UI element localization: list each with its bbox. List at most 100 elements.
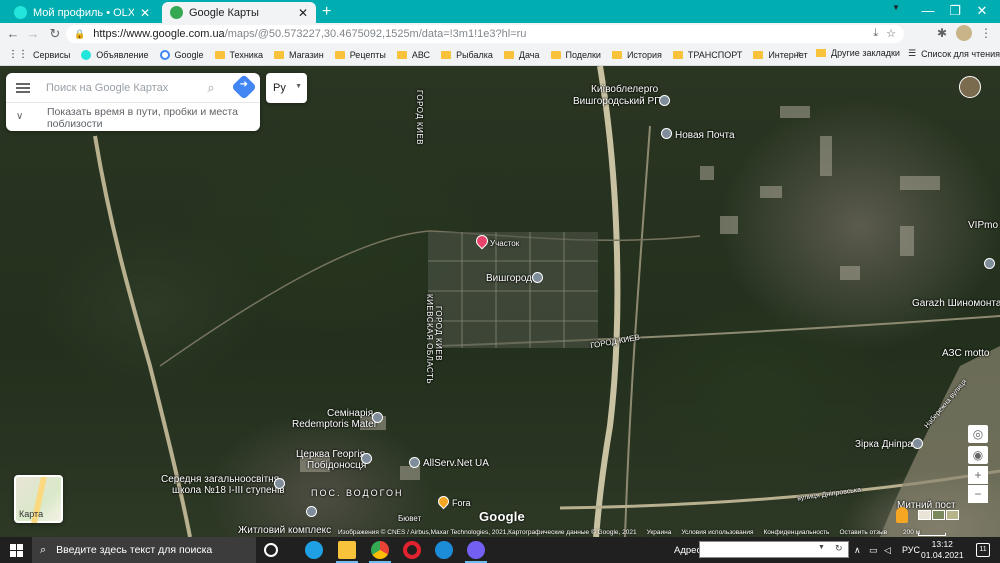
hamburger-menu-icon[interactable] xyxy=(16,83,30,93)
label-garazh[interactable]: Garazh Шиномонтаж xyxy=(912,298,1000,309)
caret-down-icon: ▼ xyxy=(295,83,302,90)
city-hall-icon[interactable] xyxy=(532,272,543,283)
poi-pin-icon[interactable] xyxy=(306,506,317,517)
label-residential[interactable]: Житловий комплекс xyxy=(238,525,331,536)
maps-search-input[interactable] xyxy=(46,79,196,97)
close-icon[interactable]: ✕ xyxy=(298,6,308,20)
my-location-button[interactable]: ◉ xyxy=(968,446,988,464)
label-vipmo[interactable]: VIPmo xyxy=(968,220,998,231)
forward-button[interactable]: → xyxy=(24,25,42,42)
tray-overflow-icon[interactable]: ∧ xyxy=(854,545,861,556)
satellite-map[interactable]: Київоблелерго Вишгородський РП Новая Поч… xyxy=(0,66,1000,537)
chrome-icon[interactable] xyxy=(369,541,391,563)
bookmark-magazin[interactable]: Магазин xyxy=(273,50,324,60)
reading-list[interactable]: ☰ Список для чтения xyxy=(908,48,1000,59)
volume-icon[interactable]: ◁ xyxy=(884,545,891,556)
bookmark-dacha[interactable]: Дача xyxy=(503,50,540,60)
zoom-out-button[interactable]: − xyxy=(968,485,988,503)
network-icon[interactable]: ▭ xyxy=(869,545,878,556)
file-explorer-icon[interactable] xyxy=(336,541,358,563)
tab-olx-profile[interactable]: Мой профиль • OLX.ua ✕ xyxy=(6,2,158,23)
extensions-icon[interactable]: ✱ xyxy=(934,25,950,41)
poi-pin-icon[interactable] xyxy=(372,412,383,423)
label-fora[interactable]: Fora xyxy=(452,498,471,509)
taskbar-search[interactable]: ⌕ Введите здесь текст для поиска xyxy=(32,537,256,563)
tab-search-button[interactable]: ▼ xyxy=(878,3,914,12)
label-nova-poshta[interactable]: Новая Почта xyxy=(675,130,735,141)
poi-pin-icon[interactable] xyxy=(661,128,672,139)
close-icon[interactable]: ✕ xyxy=(140,6,150,20)
language-selector[interactable]: Ру ▼ xyxy=(266,73,307,103)
globe-view-button[interactable]: ◎ xyxy=(968,425,988,443)
close-window-button[interactable]: ✕ xyxy=(964,3,1000,19)
install-icon[interactable]: ⤓ xyxy=(873,27,878,40)
directions-button[interactable]: ➜ xyxy=(231,74,257,100)
label-kyivoblenergo[interactable]: Київоблелерго xyxy=(591,84,658,95)
bookmark-google[interactable]: Google xyxy=(159,49,204,60)
poi-pin-icon[interactable] xyxy=(409,457,420,468)
map-type-toggle[interactable]: Карта xyxy=(14,475,63,523)
bookmark-label: История xyxy=(626,49,662,60)
label-allserv[interactable]: AllServ.Net UA xyxy=(423,458,489,469)
label-church-2[interactable]: Побідоносця xyxy=(307,460,366,471)
label-seminary[interactable]: Семінарія xyxy=(327,408,373,419)
bookmark-tekhnika[interactable]: Техника xyxy=(214,50,263,60)
input-language[interactable]: РУС xyxy=(902,545,920,555)
bookmark-rybalka[interactable]: Рыбалка xyxy=(441,50,493,60)
edge-icon[interactable] xyxy=(305,541,323,559)
bookmark-star-icon[interactable]: ☆ xyxy=(886,27,896,40)
reload-button[interactable]: ↻ xyxy=(46,25,64,42)
label-school[interactable]: Середня загальноосвітня xyxy=(161,474,279,485)
commute-row[interactable]: ∨ Показать время в пути, пробки и места … xyxy=(6,103,260,131)
label-redemptoris[interactable]: Redemptoris Mater xyxy=(292,419,377,430)
church-icon[interactable] xyxy=(361,453,372,464)
go-icon[interactable]: ↻ xyxy=(835,543,843,554)
bookmark-transport[interactable]: ТРАНСПОРТ xyxy=(672,50,742,60)
poi-pin-icon[interactable] xyxy=(984,258,995,269)
bookmark-other[interactable]: Другие закладки xyxy=(816,48,900,58)
poi-pin-icon[interactable] xyxy=(659,95,670,106)
label-uchastok[interactable]: Участок xyxy=(490,238,519,249)
start-button[interactable] xyxy=(0,537,32,563)
account-avatar[interactable] xyxy=(959,76,981,98)
map-layer-thumb[interactable] xyxy=(918,510,931,520)
school-icon[interactable] xyxy=(274,478,285,489)
pegman-icon[interactable] xyxy=(896,507,908,523)
viber-icon[interactable] xyxy=(465,541,487,563)
bookmark-services[interactable]: ⋮⋮ Сервисы xyxy=(8,49,70,60)
layer-thumbnails[interactable] xyxy=(918,510,959,520)
zoom-in-button[interactable]: + xyxy=(968,466,988,484)
label-school-2[interactable]: школа №18 І-ІІІ ступенів xyxy=(172,485,285,496)
notification-center-icon[interactable]: 11 xyxy=(976,543,990,557)
address-bar[interactable]: 🔒 https://www.google.com.ua/maps/@50.573… xyxy=(66,25,904,43)
chevron-down-icon[interactable]: ▼ xyxy=(818,544,825,551)
poi-pin-icon[interactable] xyxy=(912,438,923,449)
terrain-layer-thumb[interactable] xyxy=(932,510,945,520)
bookmark-istoriya[interactable]: История xyxy=(611,49,662,60)
satellite-layer-thumb[interactable] xyxy=(946,510,959,520)
bookmarks-overflow[interactable]: » xyxy=(796,48,801,58)
bookmark-olx[interactable]: Объявление xyxy=(81,49,149,60)
tab-google-maps[interactable]: Google Карты ✕ xyxy=(162,2,316,23)
search-icon[interactable]: ⌕ xyxy=(202,79,220,97)
label-byuvet[interactable]: Бювет xyxy=(398,513,421,524)
back-button[interactable]: ← xyxy=(4,25,22,42)
opera-icon[interactable] xyxy=(403,541,421,559)
more-menu-icon[interactable]: ⋮ xyxy=(978,25,994,41)
new-tab-button[interactable]: + xyxy=(322,3,331,21)
label-vyshgorod[interactable]: Вишгород xyxy=(486,273,532,284)
label-church[interactable]: Церква Георгія xyxy=(296,449,365,460)
bookmark-abc[interactable]: АВС xyxy=(396,50,430,60)
address-toolbar-input[interactable] xyxy=(699,541,849,558)
label-zirka[interactable]: Зірка Дніпра xyxy=(855,439,913,450)
label-azs[interactable]: АЗС motto xyxy=(942,348,990,359)
bookmark-podelki[interactable]: Поделки xyxy=(550,50,601,60)
internet-explorer-icon[interactable] xyxy=(435,541,453,559)
label-vyshgorod-rp[interactable]: Вишгородський РП xyxy=(573,96,661,107)
cortana-icon[interactable] xyxy=(264,543,278,557)
profile-avatar-icon[interactable] xyxy=(956,25,972,41)
tab-title: Google Карты xyxy=(189,6,259,19)
bookmark-recepty[interactable]: Рецепты xyxy=(334,50,386,60)
chevron-down-icon[interactable]: ∨ xyxy=(16,111,23,122)
clock[interactable]: 13:12 01.04.2021 xyxy=(921,539,964,561)
